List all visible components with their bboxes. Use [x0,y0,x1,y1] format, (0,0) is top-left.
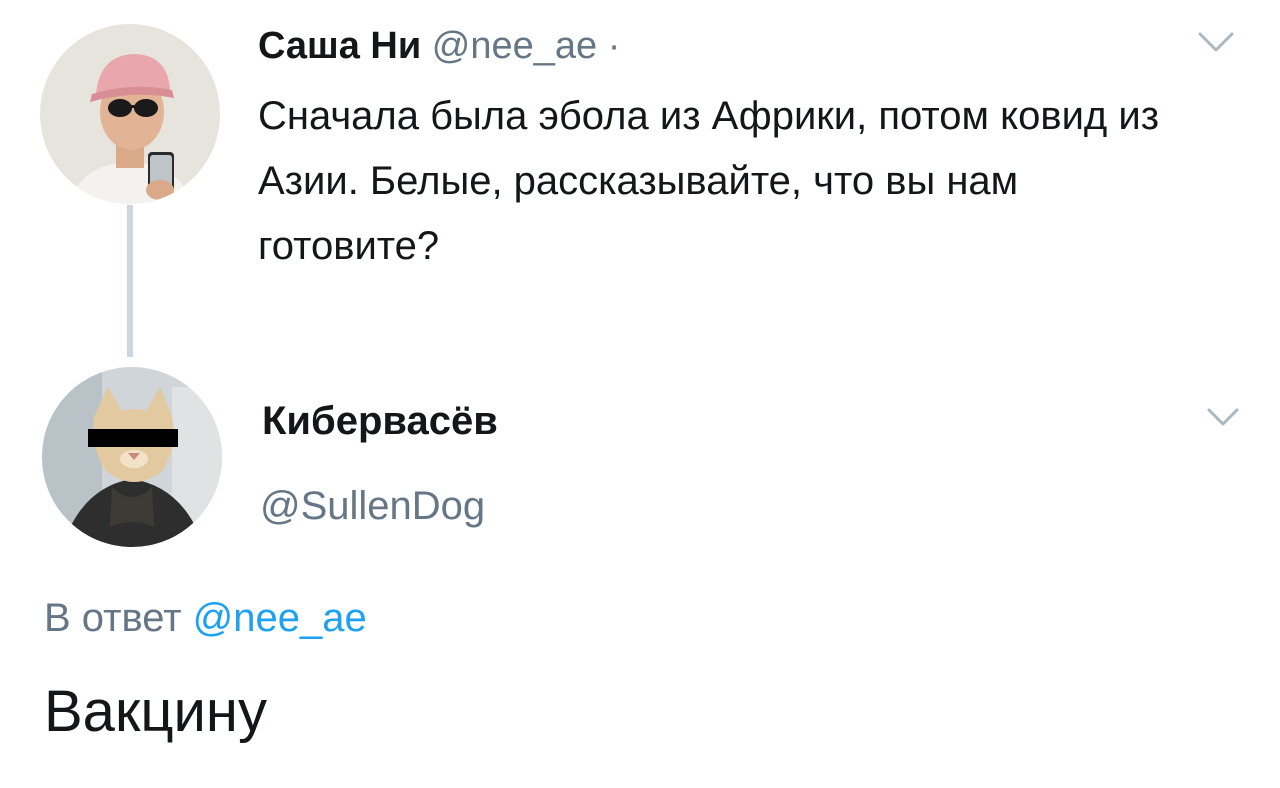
chevron-down-icon[interactable] [1196,28,1236,58]
original-author-name[interactable]: Саша Ни [258,25,421,67]
chevron-down-icon[interactable] [1205,405,1241,431]
reply-author-handle[interactable]: @SullenDog [260,480,485,532]
reply-prefix-label: В ответ [44,596,182,640]
tweet-thread: Саша Ни @nee_ae · Сначала была эбола из … [0,0,1280,788]
original-author-handle[interactable]: @nee_ae [432,25,597,67]
reply-to-handle-link[interactable]: @nee_ae [193,596,367,640]
avatar-cat-image [42,367,222,547]
reply-context: В ответ @nee_ae [44,592,367,644]
original-tweet-header: Саша Ни @nee_ae · [258,22,620,70]
original-tweet-text: Сначала была эбола из Африки, потом кови… [258,94,1160,268]
avatar-original-author[interactable] [40,24,220,204]
reply-author-name[interactable]: Кибервасёв [262,395,498,447]
reply-tweet-text: Вакцину [44,679,267,744]
header-separator: · [607,25,621,67]
thread-connector-line [127,205,133,357]
avatar-portrait-image [40,24,220,204]
avatar-reply-author[interactable] [42,367,222,547]
